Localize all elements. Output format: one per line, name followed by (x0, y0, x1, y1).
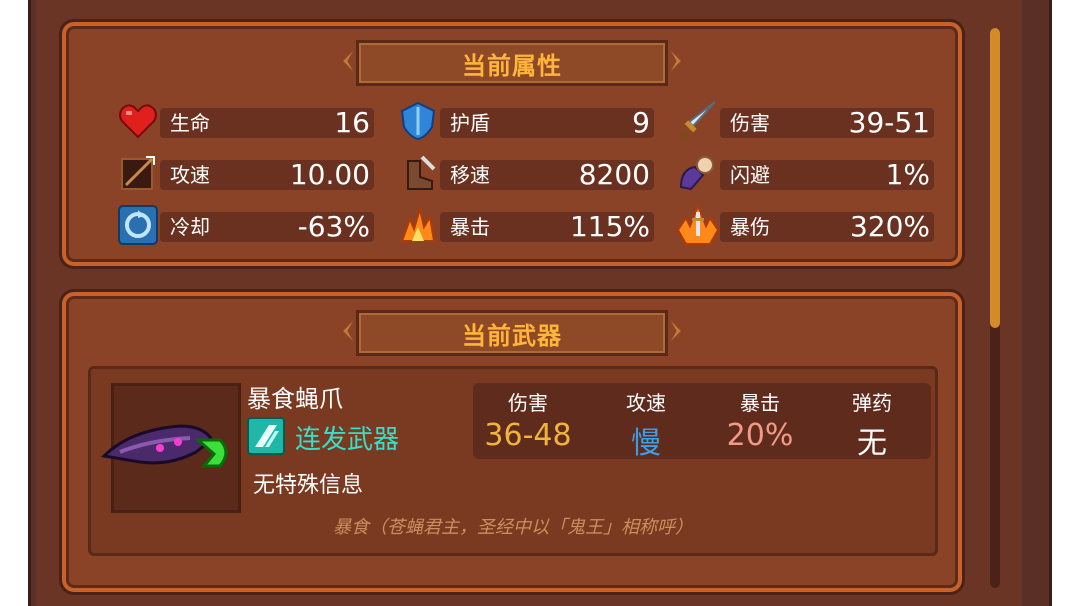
crit-icon (396, 203, 440, 247)
banner-left-ornament (343, 51, 353, 71)
stat-damage: 伤害 39-51 (681, 101, 934, 140)
stat-label: 移速 (450, 162, 490, 187)
attributes-panel: 当前属性 生命 16 护盾 9 伤害 39-51 攻速 10.00 移速 820… (62, 22, 962, 266)
stat-attack-speed: 攻速 10.00 (121, 154, 374, 192)
weapon-stat-value: 20% (726, 418, 794, 453)
claw-weapon-icon (100, 424, 228, 468)
stat-value: 8200 (578, 158, 650, 191)
weapon-panel: 当前武器 暴食蝇爪 连发武器 无特殊信息 伤害 36-48 攻速 慢 暴击 20… (62, 292, 962, 592)
stat-value: 16 (334, 106, 370, 139)
weapon-stat-damage: 伤害 36-48 (473, 383, 583, 453)
weapon-stat-label: 伤害 (508, 391, 548, 415)
stat-label: 冷却 (170, 214, 210, 239)
weapon-type: 连发武器 (295, 425, 400, 455)
cooldown-icon (116, 203, 160, 247)
weapon-stats-box: 伤害 36-48 攻速 慢 暴击 20% 弹药 无 (473, 383, 931, 462)
banner-left-ornament (343, 321, 353, 341)
attributes-title-banner: 当前属性 (343, 40, 681, 86)
heart-icon (116, 99, 160, 143)
stat-value: -63% (297, 210, 370, 243)
boot-icon (396, 151, 440, 195)
stat-label: 闪避 (730, 162, 770, 187)
stat-crit-damage: 暴伤 320% (676, 204, 934, 245)
weapon-info: 无特殊信息 (253, 473, 364, 498)
burst-weapon-icon (247, 417, 285, 455)
weapon-stat-label: 弹药 (852, 391, 892, 415)
scrollbar[interactable] (990, 28, 1000, 588)
weapon-title-banner: 当前武器 (343, 310, 681, 356)
weapon-card[interactable]: 暴食蝇爪 连发武器 无特殊信息 伤害 36-48 攻速 慢 暴击 20% 弹药 … (88, 366, 938, 556)
stat-crit: 暴击 115% (400, 205, 654, 244)
banner-right-ornament (671, 321, 681, 341)
attributes-title: 当前属性 (462, 51, 562, 80)
weapon-stat-label: 攻速 (626, 391, 666, 415)
stat-label: 攻速 (170, 162, 210, 187)
stat-value: 9 (632, 106, 650, 139)
stat-cooldown: 冷却 -63% (118, 205, 374, 245)
banner-right-ornament (671, 51, 681, 71)
weapon-stat-attack-speed: 攻速 慢 (591, 383, 701, 462)
stat-value: 1% (885, 158, 930, 191)
scrollbar-thumb[interactable] (990, 28, 1000, 328)
sword-icon (676, 99, 720, 143)
weapon-stat-crit: 暴击 20% (705, 383, 815, 453)
weapon-stat-value: 36-48 (484, 418, 572, 453)
stat-label: 生命 (170, 110, 210, 135)
stat-shield: 护盾 9 (400, 101, 654, 141)
stat-value: 115% (569, 210, 650, 243)
shield-icon (396, 99, 440, 143)
stat-hp: 生命 16 (119, 102, 374, 140)
attack-speed-icon (116, 151, 160, 195)
stat-dodge: 闪避 1% (679, 154, 934, 192)
weapon-stat-label: 暴击 (740, 391, 780, 415)
stat-label: 暴击 (450, 214, 490, 239)
crit-damage-icon (676, 203, 720, 247)
stat-value: 10.00 (289, 158, 370, 191)
dodge-icon (676, 151, 720, 195)
weapon-stat-value: 无 (857, 426, 887, 461)
weapon-description: 暴食（苍蝇君主，圣经中以「鬼王」相称呼） (333, 517, 693, 538)
weapon-name: 暴食蝇爪 (247, 385, 343, 413)
stat-label: 伤害 (730, 110, 770, 135)
stat-move-speed: 移速 8200 (404, 154, 654, 192)
weapon-title: 当前武器 (462, 321, 562, 350)
weapon-stat-ammo: 弹药 无 (817, 383, 927, 462)
stat-value: 320% (849, 210, 930, 243)
weapon-stat-value: 慢 (631, 426, 661, 461)
stat-label: 护盾 (450, 110, 490, 135)
weapon-slot[interactable] (100, 383, 241, 513)
stat-value: 39-51 (848, 106, 930, 139)
stat-label: 暴伤 (730, 214, 770, 239)
